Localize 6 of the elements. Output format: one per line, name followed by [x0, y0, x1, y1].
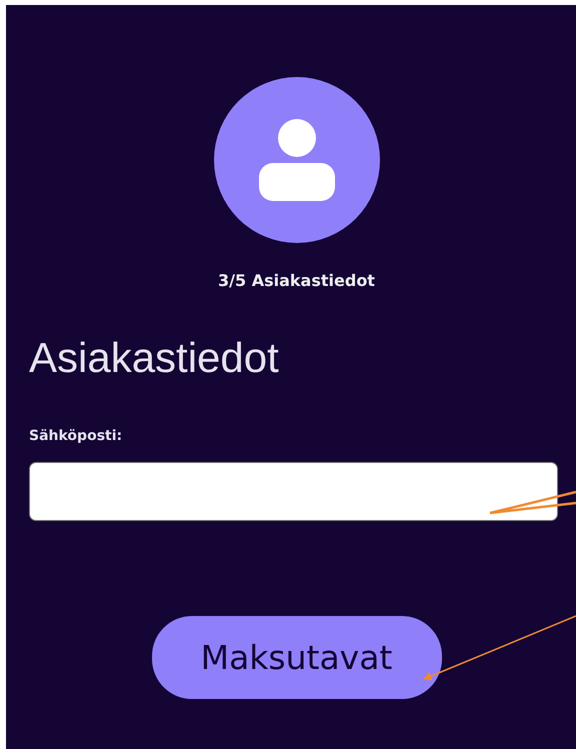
- next-button[interactable]: Maksutavat: [152, 616, 442, 699]
- email-field[interactable]: [29, 462, 558, 521]
- page-heading: Asiakastiedot: [29, 334, 280, 382]
- step-indicator: 3/5 Asiakastiedot: [218, 271, 375, 290]
- person-icon: [258, 119, 334, 201]
- field-label: Sähköposti:: [29, 428, 124, 444]
